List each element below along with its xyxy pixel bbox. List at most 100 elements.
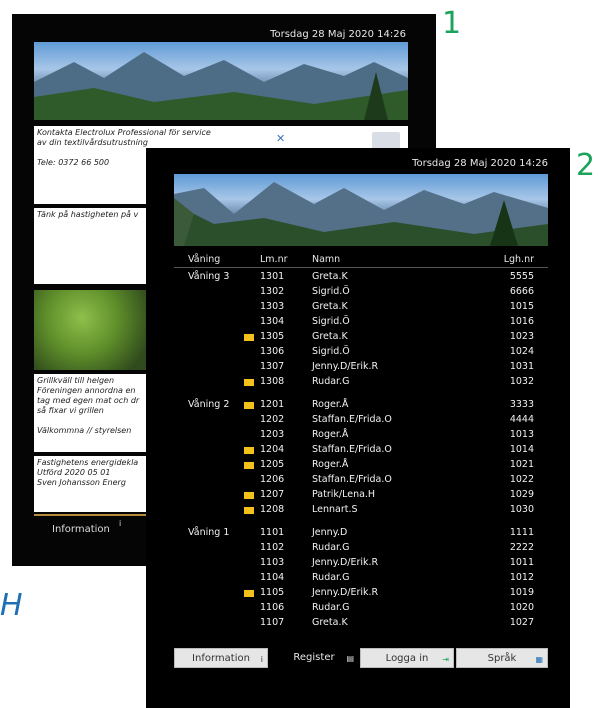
table-row[interactable]: 1202 Staffan.E/Frida.O 4444 <box>146 414 570 429</box>
lgh-cell: 4444 <box>509 414 534 425</box>
name-cell: Greta.K <box>312 617 348 628</box>
lgh-cell: 1014 <box>509 444 534 455</box>
tools-icon: ✕ <box>276 132 286 145</box>
table-row[interactable]: 1206 Staffan.E/Frida.O 1022 <box>146 474 570 489</box>
side-letter: H <box>0 588 23 623</box>
table-row[interactable]: 1307 Jenny.D/Erik.R 1031 <box>146 361 570 376</box>
header-name: Namn <box>312 254 341 265</box>
lm-cell: 1304 <box>260 316 285 327</box>
table-row[interactable]: 1308 Rudar.G 1032 <box>146 376 570 391</box>
table-row[interactable]: 1303 Greta.K 1015 <box>146 301 570 316</box>
lgh-cell: 6666 <box>509 286 534 297</box>
language-button[interactable]: Språk ▦ <box>456 648 548 668</box>
name-cell: Rudar.G <box>312 376 350 387</box>
floor-cell: Våning 3 <box>188 271 230 282</box>
lm-cell: 1102 <box>260 542 285 553</box>
table-row[interactable]: 1204 Staffan.E/Frida.O 1014 <box>146 444 570 459</box>
lm-cell: 1201 <box>260 399 285 410</box>
lgh-cell: 1030 <box>509 504 534 515</box>
table-row[interactable]: 1106 Rudar.G 1020 <box>146 602 570 617</box>
lgh-cell: 1016 <box>509 316 534 327</box>
table-row[interactable]: 1103 Jenny.D/Erik.R 1011 <box>146 557 570 572</box>
lm-cell: 1206 <box>260 474 285 485</box>
mail-icon <box>244 590 254 597</box>
information-button[interactable]: Information i <box>174 648 268 668</box>
lm-cell: 1202 <box>260 414 285 425</box>
lm-cell: 1203 <box>260 429 285 440</box>
name-cell: Jenny.D/Erik.R <box>312 361 379 372</box>
lm-cell: 1308 <box>260 376 285 387</box>
table-row[interactable]: Våning 1 1101 Jenny.D 1111 <box>146 527 570 542</box>
lgh-cell: 1022 <box>509 474 534 485</box>
tree-image <box>34 290 154 370</box>
floor-cell: Våning 1 <box>188 527 230 538</box>
mail-icon <box>244 379 254 386</box>
name-cell: Staffan.E/Frida.O <box>312 414 392 425</box>
lgh-cell: 1015 <box>509 301 534 312</box>
lm-cell: 1302 <box>260 286 285 297</box>
datetime: Torsdag 28 Maj 2020 14:26 <box>270 29 406 40</box>
lgh-cell: 1027 <box>509 617 534 628</box>
table-row[interactable]: 1205 Roger.Å 1021 <box>146 459 570 474</box>
info-icon: i <box>260 655 263 664</box>
mail-icon <box>244 447 254 454</box>
register-label: Register <box>293 652 335 663</box>
notice-line: Tänk på hastigheten på v <box>37 210 139 219</box>
mountain-banner <box>174 174 548 246</box>
name-cell: Roger.Å <box>312 429 349 440</box>
table-row[interactable]: 1105 Jenny.D/Erik.R 1019 <box>146 587 570 602</box>
name-cell: Rudar.G <box>312 542 350 553</box>
notice-line: Kontakta Electrolux Professional för ser… <box>37 128 211 137</box>
table-row[interactable]: Våning 2 1201 Roger.Å 3333 <box>146 399 570 414</box>
table-row[interactable]: 1305 Greta.K 1023 <box>146 331 570 346</box>
lgh-cell: 1012 <box>509 572 534 583</box>
notice-line: Utförd 2020 05 01 <box>37 468 111 477</box>
lgh-cell: 1031 <box>509 361 534 372</box>
table-row[interactable]: 1203 Roger.Å 1013 <box>146 429 570 444</box>
name-cell: Rudar.G <box>312 572 350 583</box>
notice-line <box>37 416 151 426</box>
name-cell: Sigrid.Ö <box>312 286 350 297</box>
table-row[interactable]: 1102 Rudar.G 2222 <box>146 542 570 557</box>
table-row[interactable]: 1207 Patrik/Lena.H 1029 <box>146 489 570 504</box>
lgh-cell: 1020 <box>509 602 534 613</box>
notice-line: av din textilvårdsutrustning <box>37 138 148 147</box>
table-row[interactable]: 1306 Sigrid.Ö 1024 <box>146 346 570 361</box>
label-two: 2 <box>576 148 596 183</box>
header-lm: Lm.nr <box>260 254 288 265</box>
login-button[interactable]: Logga in ⇥ <box>360 648 454 668</box>
notice-line: Föreningen annordna en <box>37 386 136 395</box>
name-cell: Roger.Å <box>312 459 349 470</box>
info-icon: i <box>119 519 122 528</box>
table-row[interactable]: 1302 Sigrid.Ö 6666 <box>146 286 570 301</box>
name-cell: Roger.Å <box>312 399 349 410</box>
register-button[interactable]: Register ▤ <box>284 648 354 668</box>
lgh-cell: 5555 <box>509 271 534 282</box>
table-row[interactable]: 1104 Rudar.G 1012 <box>146 572 570 587</box>
notice-line: så fixar vi grillen <box>37 406 104 415</box>
lgh-cell: 1013 <box>509 429 534 440</box>
name-cell: Patrik/Lena.H <box>312 489 376 500</box>
name-cell: Greta.K <box>312 301 348 312</box>
mail-icon <box>244 402 254 409</box>
lm-cell: 1106 <box>260 602 285 613</box>
login-label: Logga in <box>385 653 429 664</box>
name-cell: Jenny.D/Erik.R <box>312 557 379 568</box>
table-row[interactable]: Våning 3 1301 Greta.K 5555 <box>146 271 570 286</box>
lm-cell: 1205 <box>260 459 285 470</box>
name-cell: Lennart.S <box>312 504 358 515</box>
lgh-cell: 1021 <box>509 459 534 470</box>
lm-cell: 1307 <box>260 361 285 372</box>
information-button[interactable]: Information <box>52 524 110 535</box>
table-row[interactable]: 1208 Lennart.S 1030 <box>146 504 570 519</box>
lm-cell: 1305 <box>260 331 285 342</box>
table-row[interactable]: 1304 Sigrid.Ö 1016 <box>146 316 570 331</box>
login-icon: ⇥ <box>442 655 449 664</box>
screen-register: Torsdag 28 Maj 2020 14:26 Våning Lm.nr N… <box>146 148 570 708</box>
lgh-cell: 1023 <box>509 331 534 342</box>
table-row[interactable]: 1107 Greta.K 1027 <box>146 617 570 632</box>
name-cell: Staffan.E/Frida.O <box>312 444 392 455</box>
notice-line: tag med egen mat och dr <box>37 396 140 405</box>
datetime: Torsdag 28 Maj 2020 14:26 <box>412 158 548 169</box>
mountain-image <box>34 52 408 120</box>
